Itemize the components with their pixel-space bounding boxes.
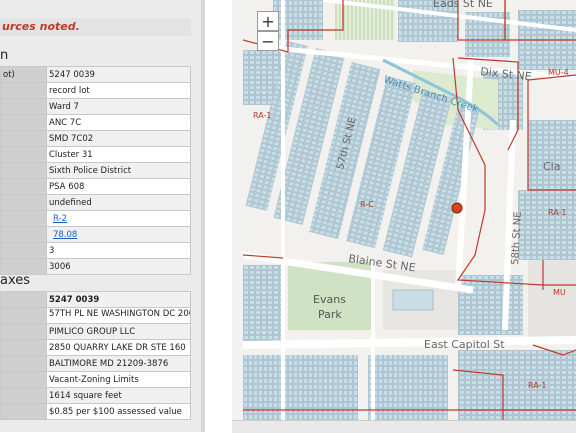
table-row: SMD 7C02 [0, 130, 191, 147]
row-value: 5247 0039 [46, 291, 191, 308]
row-value: Sixth Police District [46, 162, 191, 179]
row-value: 3006 [46, 258, 191, 275]
row-label [0, 162, 47, 179]
row-value: 1614 square feet [46, 387, 191, 404]
row-label [0, 210, 47, 227]
row-value: BALTIMORE MD 21209-3876 [46, 355, 191, 372]
row-label [0, 387, 47, 404]
sources-note: urces noted. [0, 18, 191, 36]
map-bottom-bar [232, 420, 576, 433]
tax-table: 5247 0039 57TH PL NE WASHINGTON DC 20019 P… [0, 291, 191, 420]
svg-text:RA-1: RA-1 [253, 111, 272, 120]
row-value: 3 [46, 242, 191, 259]
row-label [0, 371, 47, 388]
table-row: record lot [0, 82, 191, 99]
row-label [0, 307, 47, 324]
row-label [0, 178, 47, 195]
svg-text:East Capitol St: East Capitol St [424, 338, 505, 351]
row-value: PSA 608 [46, 178, 191, 195]
table-row: Ward 7 [0, 98, 191, 115]
row-label [0, 355, 47, 372]
row-label [0, 242, 47, 259]
section-title-location: n [0, 48, 9, 63]
row-value: $0.85 per $100 assessed value [46, 403, 191, 420]
property-info-panel: urces noted. n ot) 5247 0039 record lot War… [0, 0, 202, 432]
svg-text:Cla: Cla [543, 160, 560, 173]
row-label: ot) [0, 66, 47, 83]
row-label [0, 82, 47, 99]
table-row: Sixth Police District [0, 162, 191, 179]
row-label [0, 146, 47, 163]
row-label [0, 339, 47, 356]
table-row: 57TH PL NE WASHINGTON DC 20019 [0, 307, 191, 324]
svg-text:Eads St NE: Eads St NE [433, 0, 493, 10]
row-label [0, 98, 47, 115]
row-label [0, 323, 47, 340]
row-value: 57TH PL NE WASHINGTON DC 20019 [46, 307, 191, 324]
row-value: Vacant-Zoning Limits [46, 371, 191, 388]
zoom-out-button[interactable]: − [257, 31, 279, 51]
row-label [0, 194, 47, 211]
panel-scrollbar[interactable] [201, 0, 205, 432]
row-value: undefined [46, 194, 191, 211]
table-row: PSA 608 [0, 178, 191, 195]
map-canvas[interactable]: Eads St NE Dix St NE Watts Branch Creek … [243, 0, 576, 420]
row-value: record lot [46, 82, 191, 99]
table-row: 3 [0, 242, 191, 259]
svg-text:MU: MU [553, 288, 566, 297]
row-value: 2850 QUARRY LAKE DR STE 160 [46, 339, 191, 356]
row-label [0, 291, 47, 308]
svg-text:Evans: Evans [313, 293, 346, 306]
table-row: 5247 0039 [0, 291, 191, 308]
svg-text:MU-4: MU-4 [548, 68, 569, 77]
selected-property-marker[interactable] [451, 202, 463, 214]
svg-text:Park: Park [318, 308, 342, 321]
row-value: SMD 7C02 [46, 130, 191, 147]
table-row: BALTIMORE MD 21209-3876 [0, 355, 191, 372]
table-row: ANC 7C [0, 114, 191, 131]
row-value: PIMLICO GROUP LLC [46, 323, 191, 340]
table-row: $0.85 per $100 assessed value [0, 403, 191, 420]
table-row: ot) 5247 0039 [0, 66, 191, 83]
svg-text:RA-1: RA-1 [548, 208, 567, 217]
svg-text:RA-1: RA-1 [528, 381, 547, 390]
row-value: Ward 7 [46, 98, 191, 115]
zoom-in-button[interactable]: + [257, 11, 279, 31]
svg-text:R-C: R-C [360, 200, 374, 209]
row-value: R-2 [46, 210, 191, 227]
row-label [0, 226, 47, 243]
row-link[interactable]: R-2 [53, 214, 67, 224]
row-link[interactable]: 78.08 [53, 230, 77, 240]
row-label [0, 403, 47, 420]
table-row: Vacant-Zoning Limits [0, 371, 191, 388]
map-view[interactable]: Eads St NE Dix St NE Watts Branch Creek … [243, 0, 576, 420]
table-row: 2850 QUARRY LAKE DR STE 160 [0, 339, 191, 356]
row-label [0, 114, 47, 131]
table-row: PIMLICO GROUP LLC [0, 323, 191, 340]
location-table: ot) 5247 0039 record lot Ward 7 ANC 7C SMD 7C… [0, 66, 191, 275]
table-row: 78.08 [0, 226, 191, 243]
row-label [0, 130, 47, 147]
table-row: undefined [0, 194, 191, 211]
row-value: 5247 0039 [46, 66, 191, 83]
table-row: 1614 square feet [0, 387, 191, 404]
row-value: Cluster 31 [46, 146, 191, 163]
table-row: R-2 [0, 210, 191, 227]
row-value: 78.08 [46, 226, 191, 243]
row-value: ANC 7C [46, 114, 191, 131]
section-title-taxes: axes [0, 273, 31, 288]
table-row: Cluster 31 [0, 146, 191, 163]
